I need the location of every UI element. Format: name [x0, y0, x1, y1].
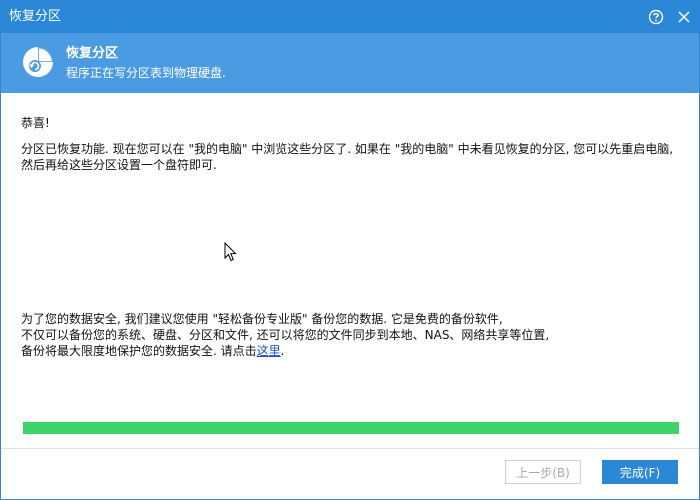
- success-message: 分区已恢复功能. 现在您可以在 "我的电脑" 中浏览这些分区了. 如果在 "我的…: [21, 142, 674, 172]
- footer-divider: [1, 448, 699, 449]
- promo-line: 不仅可以备份您的系统、硬盘、分区和文件, 还可以将您的文件同步到本地、NAS、网…: [21, 328, 550, 342]
- title-bar: 恢复分区: [1, 1, 699, 33]
- promo-line-end: .: [280, 344, 285, 358]
- header-subtitle: 程序正在写分区表到物理硬盘.: [66, 66, 226, 80]
- recover-partition-window: 恢复分区 恢复分区 程序正在写分区表到物理硬盘. 恭喜! 分区已恢复功能. 现在…: [0, 0, 700, 500]
- wizard-header: 恢复分区 程序正在写分区表到物理硬盘.: [1, 33, 699, 93]
- promo-line: 备份将最大限度地保护您的数据安全. 请点击这里.: [21, 343, 681, 359]
- promo-line-text: 备份将最大限度地保护您的数据安全. 请点击: [21, 344, 257, 358]
- close-icon[interactable]: [674, 7, 694, 27]
- promo-line: 为了您的数据安全, 我们建议您使用 "轻松备份专业版" 备份您的数据. 它是免费…: [21, 312, 503, 326]
- progress-bar: [23, 422, 679, 434]
- backup-promo: 为了您的数据安全, 我们建议您使用 "轻松备份专业版" 备份您的数据. 它是免费…: [21, 311, 681, 359]
- here-link[interactable]: 这里: [257, 344, 281, 358]
- header-title: 恢复分区: [66, 46, 119, 61]
- progress-fill: [23, 422, 679, 434]
- finish-button[interactable]: 完成(F): [602, 460, 678, 484]
- partition-restore-icon: [21, 45, 55, 79]
- prev-button[interactable]: 上一步(B): [505, 460, 581, 484]
- mouse-cursor-icon: [224, 241, 238, 263]
- window-title: 恢复分区: [9, 9, 62, 24]
- greeting-text: 恭喜!: [21, 116, 50, 130]
- question-circle-icon[interactable]: [646, 7, 666, 27]
